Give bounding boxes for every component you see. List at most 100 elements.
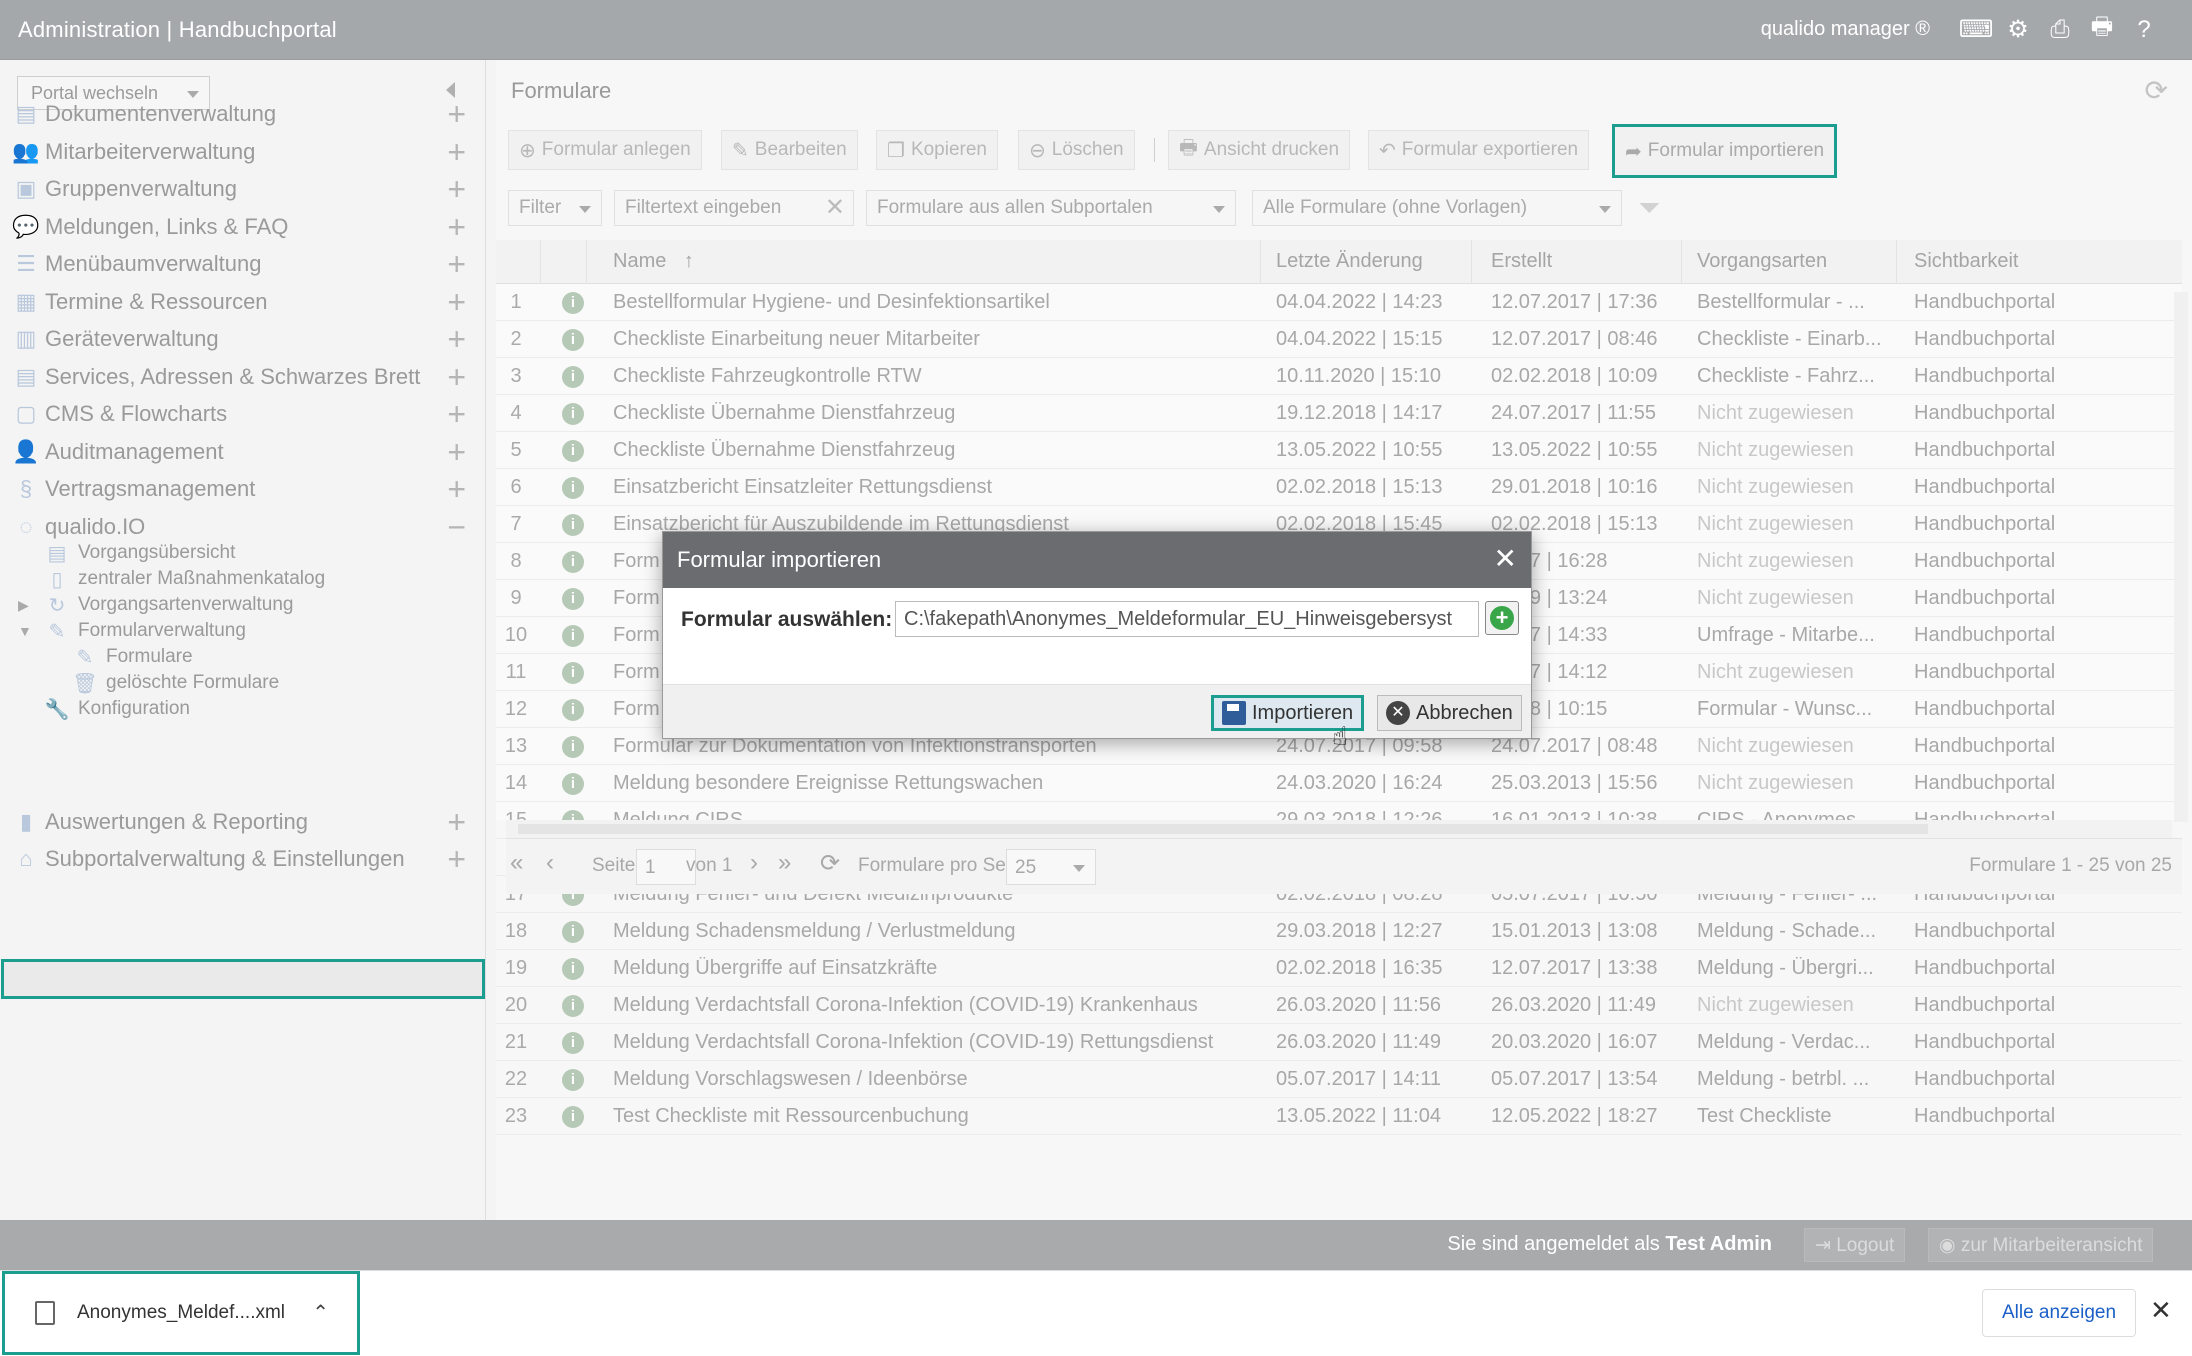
- expand-plus-icon[interactable]: +: [447, 171, 466, 208]
- table-row[interactable]: 21 i Meldung Verdachtsfall Corona-Infektio…: [496, 1024, 2182, 1061]
- row-number: 13: [504, 735, 528, 757]
- export-form-button[interactable]: ↶ Formular exportieren: [1368, 130, 1590, 170]
- expand-plus-icon[interactable]: +: [447, 96, 466, 133]
- info-icon[interactable]: i: [562, 366, 584, 388]
- table-row[interactable]: 20 i Meldung Verdachtsfall Corona-Infektio…: [496, 987, 2182, 1024]
- expand-plus-icon[interactable]: +: [447, 321, 466, 358]
- next-page-icon[interactable]: ›: [750, 849, 758, 877]
- show-all-downloads-button[interactable]: Alle anzeigen: [1982, 1289, 2136, 1337]
- column-header-name[interactable]: Name ↑: [613, 250, 694, 273]
- info-icon[interactable]: i: [562, 625, 584, 647]
- refresh-icon[interactable]: ⟳: [820, 849, 840, 878]
- form-type-select[interactable]: Alle Formulare (ohne Vorlagen): [1252, 190, 1622, 226]
- help-icon[interactable]: ?: [2130, 16, 2158, 44]
- filter-dropdown[interactable]: Filter: [508, 190, 602, 226]
- cell-created: 12.07.2017 | 13:38: [1491, 957, 1658, 979]
- info-icon[interactable]: i: [562, 699, 584, 721]
- cancel-button[interactable]: ✕ Abbrechen: [1377, 695, 1522, 731]
- import-form-button[interactable]: ➦ Formular importieren: [1612, 124, 1838, 178]
- info-icon[interactable]: i: [562, 1069, 584, 1091]
- download-item[interactable]: Anonymes_Meldef....xml ⌃: [2, 1271, 360, 1355]
- filter-label: Filter: [519, 197, 562, 218]
- first-page-icon[interactable]: «: [510, 849, 523, 877]
- add-file-button[interactable]: +: [1485, 601, 1519, 635]
- close-icon[interactable]: ✕: [1494, 542, 1517, 575]
- table-row[interactable]: 23 i Test Checkliste mit Ressourcenbuchung…: [496, 1098, 2182, 1135]
- info-icon[interactable]: i: [562, 292, 584, 314]
- sidebar-item-konfiguration[interactable]: 🔧 Konfiguration: [44, 692, 190, 726]
- expand-plus-icon[interactable]: +: [447, 471, 466, 508]
- info-icon[interactable]: i: [562, 403, 584, 425]
- import-form-dialog: Formular importieren ✕ Formular auswähle…: [662, 531, 1532, 739]
- filter-text-input[interactable]: Filtertext eingeben ✕: [614, 190, 854, 226]
- expand-plus-icon[interactable]: +: [447, 396, 466, 433]
- export-icon[interactable]: ⎙: [2046, 16, 2074, 44]
- table-row[interactable]: 4 i Checkliste Übernahme Dienstfahrzeug 19.…: [496, 395, 2182, 432]
- copy-button[interactable]: ❐ Kopieren: [876, 130, 998, 170]
- info-icon[interactable]: i: [562, 1106, 584, 1128]
- info-icon[interactable]: i: [562, 588, 584, 610]
- prev-page-icon[interactable]: ‹: [546, 849, 554, 877]
- info-icon[interactable]: i: [562, 921, 584, 943]
- expand-plus-icon[interactable]: +: [447, 841, 466, 878]
- vertical-scrollbar[interactable]: [2174, 292, 2188, 822]
- expand-arrow-icon[interactable]: ▶: [18, 597, 29, 614]
- sidebar-item-subportalverwaltung[interactable]: ⌂ Subportalverwaltung & Einstellungen +: [0, 835, 486, 883]
- column-header-types[interactable]: Vorgangsarten: [1697, 250, 1827, 273]
- clear-icon[interactable]: ✕: [825, 193, 845, 222]
- collapse-minus-icon[interactable]: −: [447, 509, 466, 546]
- table-row[interactable]: 14 i Meldung besondere Ereignisse Rettungs…: [496, 765, 2182, 802]
- info-icon[interactable]: i: [562, 995, 584, 1017]
- table-row[interactable]: 19 i Meldung Übergriffe auf Einsatzkräfte 0…: [496, 950, 2182, 987]
- column-header-created[interactable]: Erstellt: [1491, 250, 1552, 273]
- column-header-changed[interactable]: Letzte Änderung: [1276, 250, 1423, 273]
- cell-types: Nicht zugewiesen: [1697, 587, 1854, 609]
- subportal-select[interactable]: Formulare aus allen Subportalen: [866, 190, 1236, 226]
- info-icon[interactable]: i: [562, 1032, 584, 1054]
- cell-visibility: Handbuchportal: [1914, 1031, 2056, 1053]
- horizontal-scrollbar[interactable]: [506, 820, 2172, 838]
- print-view-button[interactable]: 🖶 Ansicht drucken: [1168, 130, 1351, 170]
- info-icon[interactable]: i: [562, 477, 584, 499]
- per-page-select[interactable]: 25: [1006, 849, 1096, 885]
- expand-plus-icon[interactable]: +: [447, 246, 466, 283]
- logout-button[interactable]: ⇥ Logout: [1804, 1228, 1906, 1262]
- file-path-input[interactable]: C:\fakepath\Anonymes_Meldeformular_EU_Hi…: [895, 601, 1479, 637]
- scrollbar-thumb[interactable]: [518, 824, 1928, 834]
- collapse-arrow-icon[interactable]: ▼: [18, 623, 32, 639]
- column-header-label: Name: [613, 250, 667, 272]
- table-row[interactable]: 18 i Meldung Schadensmeldung / Verlustmeld…: [496, 913, 2182, 950]
- create-form-button[interactable]: ⊕ Formular anlegen: [508, 130, 702, 170]
- chevron-up-icon[interactable]: ⌃: [312, 1300, 329, 1325]
- cell-types: Bestellformular - ...: [1697, 291, 1865, 313]
- app-title: Administration | Handbuchportal: [18, 16, 337, 42]
- info-icon[interactable]: i: [562, 736, 584, 758]
- info-icon[interactable]: i: [562, 329, 584, 351]
- table-row[interactable]: 3 i Checkliste Fahrzeugkontrolle RTW 10.11.…: [496, 358, 2182, 395]
- table-row[interactable]: 22 i Meldung Vorschlagswesen / Ideenbörse 0…: [496, 1061, 2182, 1098]
- table-row[interactable]: 5 i Checkliste Übernahme Dienstfahrzeug 13.…: [496, 432, 2182, 469]
- document-icon: ▤: [15, 101, 37, 126]
- delete-button[interactable]: ⊖ Löschen: [1018, 130, 1135, 170]
- keyboard-icon[interactable]: ⌨: [1959, 16, 1994, 44]
- info-icon[interactable]: i: [562, 773, 584, 795]
- info-icon[interactable]: i: [562, 514, 584, 536]
- info-icon[interactable]: i: [562, 662, 584, 684]
- funnel-icon[interactable]: ⏷: [1638, 192, 1660, 225]
- employee-view-button[interactable]: ◉ zur Mitarbeiteransicht: [1928, 1228, 2154, 1262]
- table-row[interactable]: 6 i Einsatzbericht Einsatzleiter Rettungsd…: [496, 469, 2182, 506]
- info-icon[interactable]: i: [562, 440, 584, 462]
- refresh-icon[interactable]: ⟳: [2145, 74, 2168, 107]
- info-icon[interactable]: i: [562, 958, 584, 980]
- table-row[interactable]: 2 i Checkliste Einarbeitung neuer Mitarbei…: [496, 321, 2182, 358]
- edit-button[interactable]: ✎ Bearbeiten: [721, 130, 858, 170]
- info-icon[interactable]: i: [562, 551, 584, 573]
- table-row[interactable]: 1 i Bestellformular Hygiene- und Desinfekt…: [496, 284, 2182, 321]
- cell-visibility: Handbuchportal: [1914, 698, 2056, 720]
- cell-created: 15.01.2013 | 13:08: [1491, 920, 1658, 942]
- last-page-icon[interactable]: »: [778, 849, 791, 877]
- column-header-visibility[interactable]: Sichtbarkeit: [1914, 250, 2019, 273]
- print-icon[interactable]: 🖶: [2088, 13, 2116, 44]
- settings-icon[interactable]: ⚙: [2004, 16, 2032, 44]
- close-icon[interactable]: ✕: [2150, 1295, 2172, 1326]
